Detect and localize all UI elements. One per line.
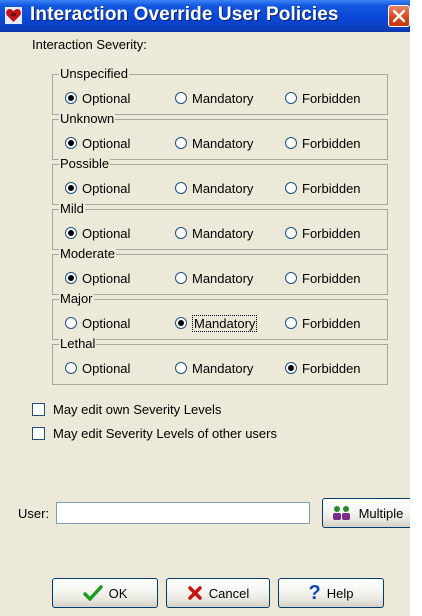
group-title: Unspecified [59, 66, 129, 82]
user-input[interactable] [56, 502, 310, 524]
radio-indicator [285, 362, 297, 374]
radio-indicator [175, 137, 187, 149]
group-major: Major Optional Mandatory Forbidden [52, 291, 388, 340]
radio-mild-mandatory[interactable]: Mandatory [175, 224, 253, 242]
radio-moderate-forbidden[interactable]: Forbidden [285, 269, 361, 287]
radio-mild-forbidden[interactable]: Forbidden [285, 224, 361, 242]
multiple-button-label: Multiple [358, 505, 404, 521]
radio-lethal-mandatory[interactable]: Mandatory [175, 359, 253, 377]
radio-major-mandatory[interactable]: Mandatory [175, 314, 258, 332]
close-button[interactable] [388, 5, 410, 27]
group-title: Possible [59, 156, 111, 172]
checkbox-box [32, 403, 45, 416]
radio-unspecified-mandatory[interactable]: Mandatory [175, 89, 253, 107]
radio-unknown-forbidden[interactable]: Forbidden [285, 134, 361, 152]
radio-indicator [175, 362, 187, 374]
radio-indicator [65, 272, 77, 284]
cancel-button-label: Cancel [208, 585, 250, 601]
radio-unknown-optional[interactable]: Optional [65, 134, 130, 152]
help-button[interactable]: ? Help [278, 578, 384, 608]
group-moderate: Moderate Optional Mandatory Forbidden [52, 246, 388, 295]
window-title: Interaction Override User Policies [30, 4, 339, 25]
group-lethal: Lethal Optional Mandatory Forbidden [52, 336, 388, 385]
radio-lethal-forbidden[interactable]: Forbidden [285, 359, 361, 377]
radio-moderate-optional[interactable]: Optional [65, 269, 130, 287]
severity-section-label: Interaction Severity: [32, 37, 147, 52]
group-unknown: Unknown Optional Mandatory Forbidden [52, 111, 388, 160]
radio-possible-forbidden[interactable]: Forbidden [285, 179, 361, 197]
user-label: User: [18, 506, 50, 521]
group-unspecified: Unspecified Optional Mandatory Forbidden [52, 66, 388, 115]
checkbox-label: May edit own Severity Levels [53, 402, 222, 417]
radio-lethal-optional[interactable]: Optional [65, 359, 130, 377]
group-title: Major [59, 291, 94, 307]
radio-mild-optional[interactable]: Optional [65, 224, 130, 242]
radio-indicator [65, 182, 77, 194]
cancel-button[interactable]: Cancel [166, 578, 270, 608]
radio-possible-optional[interactable]: Optional [65, 179, 130, 197]
radio-major-forbidden[interactable]: Forbidden [285, 314, 361, 332]
group-title: Unknown [59, 111, 116, 127]
radio-indicator [285, 317, 297, 329]
radio-indicator [65, 362, 77, 374]
radio-indicator [285, 92, 297, 104]
users-icon [332, 506, 350, 520]
checkbox-box [32, 427, 45, 440]
radio-indicator [65, 317, 77, 329]
radio-indicator [65, 137, 77, 149]
radio-indicator [65, 92, 77, 104]
radio-major-optional[interactable]: Optional [65, 314, 130, 332]
radio-possible-mandatory[interactable]: Mandatory [175, 179, 253, 197]
radio-indicator [175, 272, 187, 284]
radio-moderate-mandatory[interactable]: Mandatory [175, 269, 253, 287]
radio-indicator [65, 227, 77, 239]
radio-indicator [175, 92, 187, 104]
radio-indicator [175, 182, 187, 194]
checkbox-edit-own-levels[interactable]: May edit own Severity Levels [32, 402, 221, 417]
close-icon [392, 9, 406, 23]
question-mark-icon: ? [308, 582, 321, 604]
checkbox-label: May edit Severity Levels of other users [53, 426, 277, 441]
dialog-window: Interaction Override User Policies Inter… [0, 0, 410, 616]
heart-icon [5, 7, 22, 24]
title-bar[interactable]: Interaction Override User Policies [0, 0, 410, 32]
group-title: Lethal [59, 336, 97, 352]
radio-unspecified-forbidden[interactable]: Forbidden [285, 89, 361, 107]
radio-indicator [285, 137, 297, 149]
x-icon [188, 586, 202, 600]
help-button-label: Help [326, 585, 354, 601]
ok-button-label: OK [108, 585, 128, 601]
group-title: Mild [59, 201, 85, 217]
group-title: Moderate [59, 246, 116, 262]
radio-indicator [175, 227, 187, 239]
group-possible: Possible Optional Mandatory Forbidden [52, 156, 388, 205]
radio-indicator [285, 227, 297, 239]
radio-indicator [285, 182, 297, 194]
radio-indicator [285, 272, 297, 284]
checkmark-icon [82, 585, 103, 601]
radio-unknown-mandatory[interactable]: Mandatory [175, 134, 253, 152]
group-mild: Mild Optional Mandatory Forbidden [52, 201, 388, 250]
checkbox-edit-others-levels[interactable]: May edit Severity Levels of other users [32, 426, 277, 441]
multiple-button[interactable]: Multiple [322, 498, 410, 528]
radio-unspecified-optional[interactable]: Optional [65, 89, 130, 107]
ok-button[interactable]: OK [52, 578, 158, 608]
radio-indicator [175, 317, 187, 329]
